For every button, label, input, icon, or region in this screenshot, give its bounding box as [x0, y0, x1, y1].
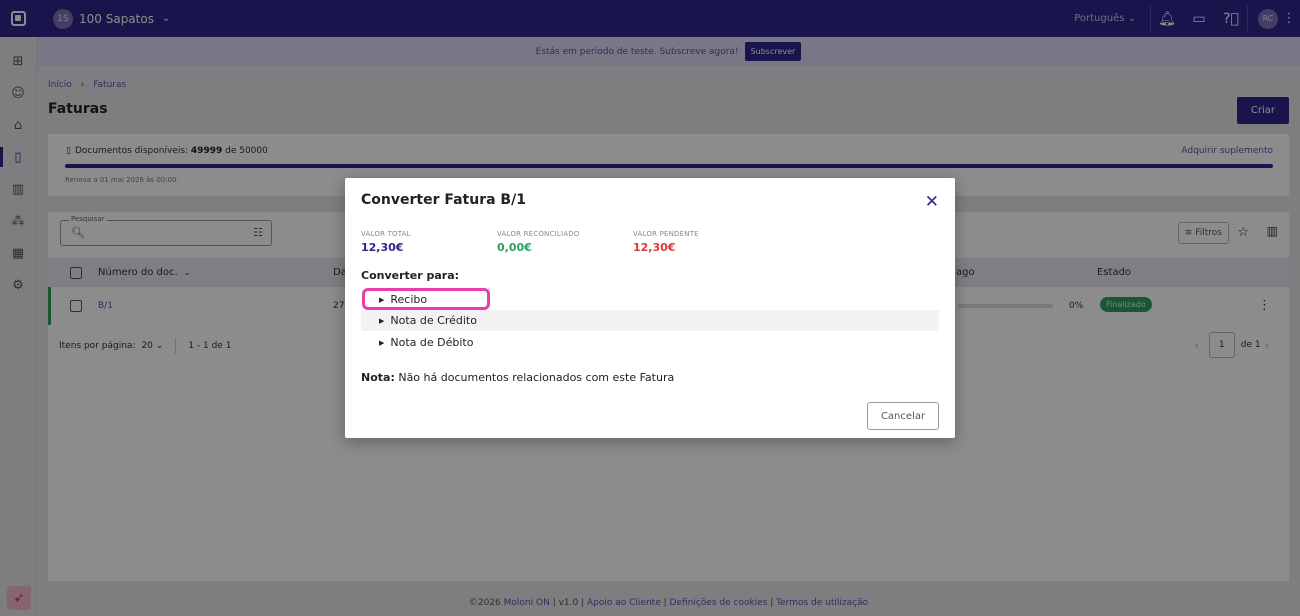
note-text: Nota: Não há documentos relacionados com…: [361, 371, 675, 384]
option-nota-credito[interactable]: ▶ Nota de Crédito: [361, 310, 939, 331]
caret-right-icon: ▶: [379, 316, 385, 325]
total-value: VALOR TOTAL 12,30€: [361, 230, 411, 254]
modal-title: Converter Fatura B/1: [361, 192, 526, 208]
modal-values: VALOR TOTAL 12,30€ VALOR RECONCILIADO 0,…: [361, 230, 769, 254]
option-nota-debito[interactable]: ▶ Nota de Débito: [361, 332, 939, 353]
caret-right-icon: ▶: [379, 338, 385, 347]
option-recibo[interactable]: ▶ Recibo: [361, 289, 939, 310]
pending-value: VALOR PENDENTE 12,30€: [633, 230, 699, 254]
reconciled-value: VALOR RECONCILIADO 0,00€: [497, 230, 580, 254]
convert-label: Converter para:: [361, 269, 460, 282]
convert-modal: Converter Fatura B/1 ✕ VALOR TOTAL 12,30…: [345, 178, 955, 438]
close-icon[interactable]: ✕: [925, 192, 939, 212]
caret-right-icon: ▶: [379, 295, 385, 304]
cancel-button[interactable]: Cancelar: [867, 402, 939, 430]
